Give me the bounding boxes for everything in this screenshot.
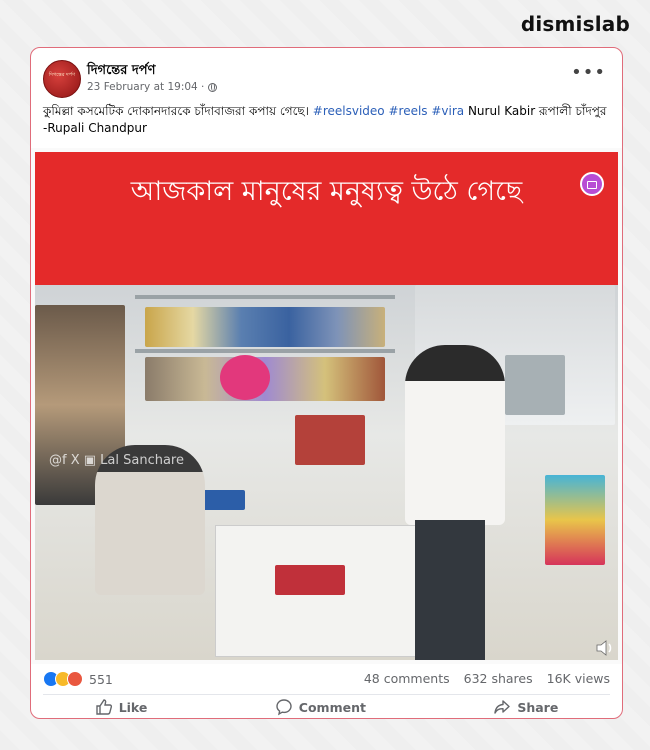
facebook-post-card: দিগন্তের দর্পণ দিগন্তের দর্পণ 23 Februar… (30, 47, 623, 719)
avatar[interactable]: দিগন্তের দর্পণ (43, 60, 81, 98)
reaction-count: 551 (89, 671, 113, 687)
more-options-icon[interactable]: ••• (571, 64, 606, 82)
comments-count[interactable]: 48 comments (364, 671, 450, 686)
angry-reaction-icon (67, 671, 83, 687)
brand-logo: dismislab (520, 12, 630, 36)
video-frame: @f X ▣ Lal Sanchare (35, 285, 618, 660)
share-label: Share (517, 699, 559, 715)
comment-label: Comment (298, 699, 366, 715)
share-button[interactable]: Share (493, 698, 558, 716)
banner-text: আজকাল মানুষের মনুষ্যত্ব উঠে গেছে (130, 176, 523, 207)
video-player[interactable]: আজকাল মানুষের মনুষ্যত্ব উঠে গেছে @f X ▣ … (31, 148, 622, 664)
video-watermark: @f X ▣ Lal Sanchare (49, 453, 184, 468)
like-label: Like (118, 699, 148, 715)
volume-icon[interactable] (596, 640, 614, 656)
engagement-counts: 48 comments 632 shares 16K views (364, 671, 610, 686)
caption-text: কুমিল্লা কসমেটিক দোকানদারকে চাঁদাবাজরা ক… (43, 104, 313, 118)
thumbs-up-icon (95, 699, 112, 715)
post-actions: Like Comment Share (31, 694, 622, 718)
views-count: 16K views (546, 671, 610, 686)
shares-count[interactable]: 632 shares (464, 671, 533, 686)
post-stats: 551 48 comments 632 shares 16K views (43, 671, 610, 693)
comment-icon (276, 699, 292, 716)
share-icon (494, 700, 511, 714)
globe-icon (208, 82, 218, 92)
page-name[interactable]: দিগন্তের দর্পণ (87, 61, 155, 82)
avatar-logo-text: দিগন্তের দর্পণ (48, 72, 76, 78)
camera-icon (580, 172, 604, 196)
post-caption: কুমিল্লা কসমেটিক দোকানদারকে চাঁদাবাজরা ক… (43, 103, 610, 137)
like-button[interactable]: Like (95, 698, 148, 716)
post-header: দিগন্তের দর্পণ দিগন্তের দর্পণ 23 Februar… (43, 60, 610, 100)
post-meta: 23 February at 19:04 · (87, 81, 218, 93)
comment-button[interactable]: Comment (275, 698, 366, 716)
reactions-summary[interactable]: 551 (43, 671, 113, 687)
post-timestamp[interactable]: 23 February at 19:04 · (87, 81, 204, 93)
caption-hashtags[interactable]: #reelsvideo #reels #vira (313, 104, 464, 118)
video-banner: আজকাল মানুষের মনুষ্যত্ব উঠে গেছে (35, 152, 618, 285)
